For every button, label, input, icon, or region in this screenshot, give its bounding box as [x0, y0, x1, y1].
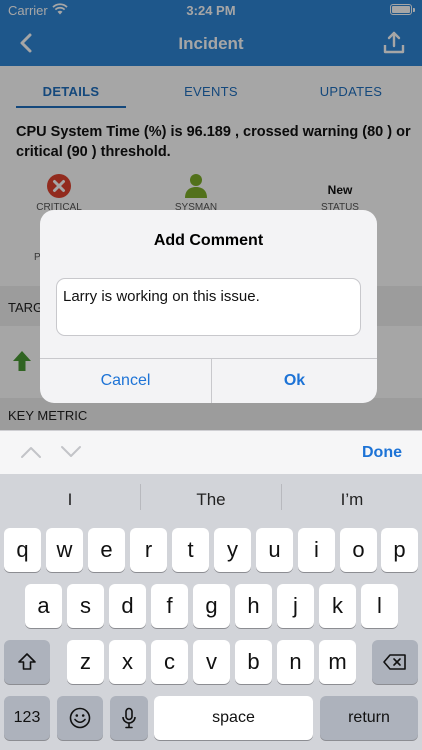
- dictation-key[interactable]: [110, 696, 148, 740]
- key-h[interactable]: h: [235, 584, 272, 628]
- microphone-icon: [122, 707, 136, 729]
- key-t[interactable]: t: [172, 528, 209, 572]
- add-comment-dialog: Add Comment Larry is working on this iss…: [40, 210, 377, 403]
- emoji-key[interactable]: [57, 696, 103, 740]
- header-dim-overlay: [0, 0, 422, 66]
- key-m[interactable]: m: [319, 640, 356, 684]
- chevron-down-icon[interactable]: [60, 445, 82, 459]
- keyboard: I The I’m q w e r t y u i o p a s d f g …: [0, 474, 422, 750]
- key-j[interactable]: j: [277, 584, 314, 628]
- keyboard-accessory-bar: Done: [0, 430, 422, 474]
- key-a[interactable]: a: [25, 584, 62, 628]
- dialog-title: Add Comment: [153, 232, 264, 249]
- key-k[interactable]: k: [319, 584, 356, 628]
- key-l[interactable]: l: [361, 584, 398, 628]
- emoji-icon: [69, 707, 91, 729]
- key-x[interactable]: x: [109, 640, 146, 684]
- cancel-button[interactable]: Cancel: [40, 359, 211, 403]
- return-key[interactable]: return: [320, 696, 418, 740]
- key-z[interactable]: z: [67, 640, 104, 684]
- key-c[interactable]: c: [151, 640, 188, 684]
- key-d[interactable]: d: [109, 584, 146, 628]
- key-e[interactable]: e: [88, 528, 125, 572]
- done-button[interactable]: Done: [362, 444, 402, 462]
- shift-key[interactable]: [4, 640, 50, 684]
- key-i[interactable]: i: [298, 528, 335, 572]
- suggestion-3[interactable]: I’m: [282, 474, 422, 522]
- suggestion-2[interactable]: The: [141, 474, 281, 522]
- ok-button[interactable]: Ok: [212, 359, 377, 403]
- key-s[interactable]: s: [67, 584, 104, 628]
- key-n[interactable]: n: [277, 640, 314, 684]
- shift-icon: [18, 652, 36, 670]
- comment-input[interactable]: Larry is working on this issue.: [56, 278, 361, 336]
- key-o[interactable]: o: [340, 528, 377, 572]
- suggestion-1[interactable]: I: [0, 474, 140, 522]
- key-v[interactable]: v: [193, 640, 230, 684]
- key-u[interactable]: u: [256, 528, 293, 572]
- numbers-key[interactable]: 123: [4, 696, 50, 740]
- space-key[interactable]: space: [154, 696, 313, 740]
- key-p[interactable]: p: [381, 528, 418, 572]
- key-g[interactable]: g: [193, 584, 230, 628]
- key-w[interactable]: w: [46, 528, 83, 572]
- key-f[interactable]: f: [151, 584, 188, 628]
- key-r[interactable]: r: [130, 528, 167, 572]
- chevron-up-icon[interactable]: [20, 445, 42, 459]
- key-q[interactable]: q: [4, 528, 41, 572]
- delete-key[interactable]: [372, 640, 418, 684]
- key-y[interactable]: y: [214, 528, 251, 572]
- key-b[interactable]: b: [235, 640, 272, 684]
- backspace-icon: [383, 653, 406, 670]
